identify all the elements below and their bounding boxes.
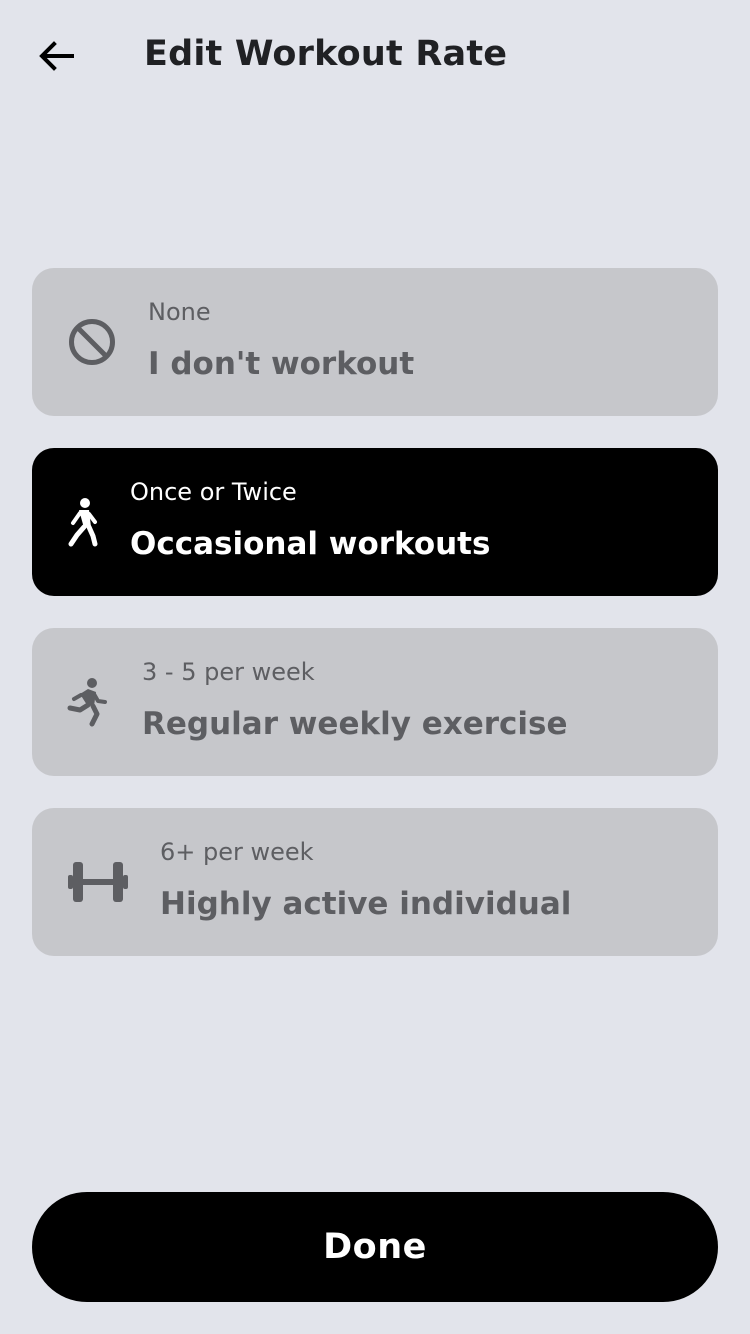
running-person-icon	[66, 677, 108, 727]
option-main-label: Highly active individual	[160, 886, 572, 922]
done-button-label: Done	[323, 1227, 427, 1267]
option-once-or-twice[interactable]: Once or Twice Occasional workouts	[32, 448, 718, 596]
option-6-plus-per-week[interactable]: 6+ per week Highly active individual	[32, 808, 718, 956]
option-main-label: Occasional workouts	[130, 526, 491, 562]
arrow-left-icon	[39, 41, 74, 71]
no-symbol-icon	[68, 318, 116, 366]
option-main-label: I don't workout	[148, 346, 415, 382]
option-none[interactable]: None I don't workout	[32, 268, 718, 416]
walking-person-icon	[64, 497, 100, 547]
option-sub-label: 6+ per week	[160, 838, 314, 866]
page-title: Edit Workout Rate	[144, 34, 508, 74]
dumbbell-icon	[68, 860, 128, 904]
option-sub-label: None	[148, 298, 211, 326]
back-button[interactable]	[28, 28, 84, 84]
option-sub-label: 3 - 5 per week	[142, 658, 315, 686]
option-3-5-per-week[interactable]: 3 - 5 per week Regular weekly exercise	[32, 628, 718, 776]
option-sub-label: Once or Twice	[130, 478, 297, 506]
option-main-label: Regular weekly exercise	[142, 706, 568, 742]
workout-rate-options: None I don't workout Once or Twice Occas…	[32, 268, 718, 988]
header: Edit Workout Rate	[0, 0, 750, 112]
done-button[interactable]: Done	[32, 1192, 718, 1302]
